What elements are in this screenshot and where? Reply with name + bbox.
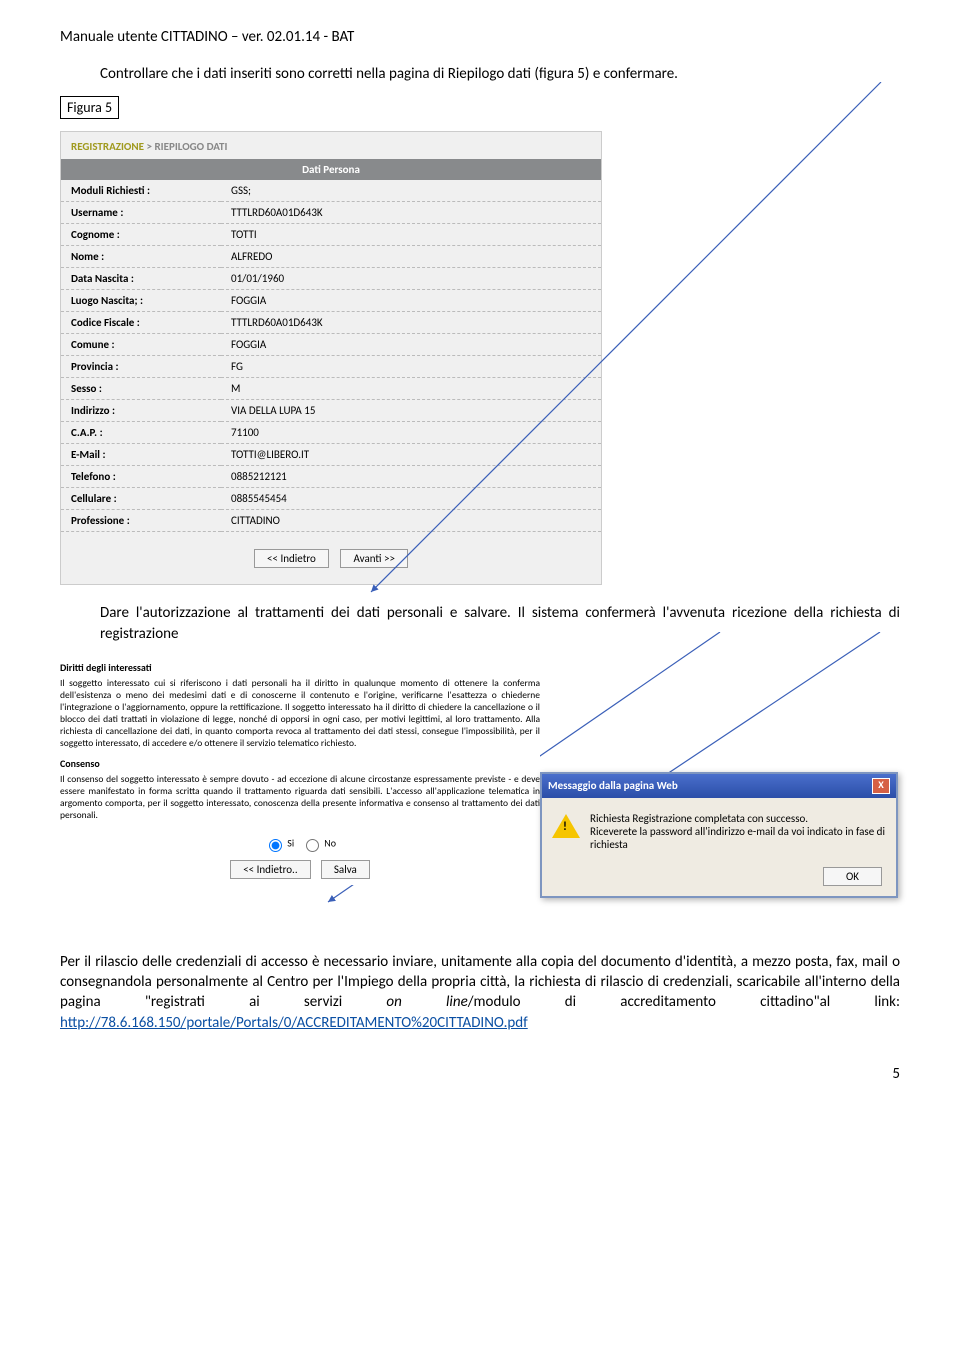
dialog-title: Messaggio dalla pagina Web <box>548 779 678 792</box>
consent-indietro-button[interactable]: << Indietro.. <box>230 860 310 880</box>
table-row: Username :TTTLRD60A01D643K <box>61 202 601 224</box>
page-number: 5 <box>0 1053 960 1091</box>
table-row: Luogo Nascita; :FOGGIA <box>61 290 601 312</box>
radio-si[interactable] <box>269 839 282 852</box>
diritti-heading: Diritti degli interessati <box>60 662 540 675</box>
consent-radio-group[interactable]: Si No <box>60 830 540 858</box>
radio-si-label: Si <box>287 836 294 849</box>
table-row: Telefono :0885212121 <box>61 466 601 488</box>
table-row: E-Mail :TOTTI@LIBERO.IT <box>61 444 601 466</box>
table-row: Professione :CITTADINO <box>61 510 601 532</box>
warning-icon <box>552 814 580 838</box>
consenso-text: Il consenso del soggetto interessato è s… <box>60 774 540 822</box>
close-icon[interactable]: X <box>872 778 890 794</box>
table-row: Provincia :FG <box>61 356 601 378</box>
diritti-text: Il soggetto interessato cui si riferisco… <box>60 678 540 749</box>
breadcrumb-sep: > <box>146 140 151 153</box>
table-row: Nome :ALFREDO <box>61 246 601 268</box>
indietro-button[interactable]: << Indietro <box>254 549 329 568</box>
intro-text: Controllare che i dati inseriti sono cor… <box>100 64 900 84</box>
table-row: Comune :FOGGIA <box>61 334 601 356</box>
final-paragraph: Per il rilascio delle credenziali di acc… <box>60 952 900 1033</box>
breadcrumb-next: RIEPILOGO DATI <box>154 140 227 153</box>
table-row: Cellulare :0885545454 <box>61 488 601 510</box>
accreditamento-link[interactable]: http://78.6.168.150/portale/Portals/0/AC… <box>60 1014 528 1032</box>
consent-screenshot: Diritti degli interessati Il soggetto in… <box>60 662 540 886</box>
dati-persona-table: Dati Persona Moduli Richiesti :GSS; User… <box>61 159 601 532</box>
riepilogo-screenshot: REGISTRAZIONE > RIEPILOGO DATI Dati Pers… <box>60 131 602 585</box>
salva-button[interactable]: Salva <box>321 860 370 880</box>
table-row: Data Nascita :01/01/1960 <box>61 268 601 290</box>
doc-header: Manuale utente CITTADINO – ver. 02.01.14… <box>60 28 900 46</box>
figure-label: Figura 5 <box>60 96 119 119</box>
dialog-msg-line1: Richiesta Registrazione completata con s… <box>590 812 886 825</box>
radio-no-label: No <box>324 836 336 849</box>
avanti-button[interactable]: Avanti >> <box>340 549 408 568</box>
table-row: Sesso :M <box>61 378 601 400</box>
success-dialog: Messaggio dalla pagina Web X Richiesta R… <box>540 772 898 898</box>
table-row: Codice Fiscale :TTTLRD60A01D643K <box>61 312 601 334</box>
ok-button[interactable]: OK <box>823 867 882 886</box>
radio-no[interactable] <box>306 839 319 852</box>
table-row: C.A.P. :71100 <box>61 422 601 444</box>
table-row: Indirizzo :VIA DELLA LUPA 15 <box>61 400 601 422</box>
breadcrumb: REGISTRAZIONE > RIEPILOGO DATI <box>61 132 601 159</box>
mid-text: Dare l'autorizzazione al trattamenti dei… <box>100 603 900 644</box>
table-header: Dati Persona <box>61 159 601 180</box>
consenso-heading: Consenso <box>60 758 540 771</box>
breadcrumb-current: REGISTRAZIONE <box>71 140 144 153</box>
table-row: Cognome :TOTTI <box>61 224 601 246</box>
dialog-msg-line2: Riceverete la password all'indirizzo e-m… <box>590 825 886 851</box>
table-row: Moduli Richiesti :GSS; <box>61 180 601 202</box>
